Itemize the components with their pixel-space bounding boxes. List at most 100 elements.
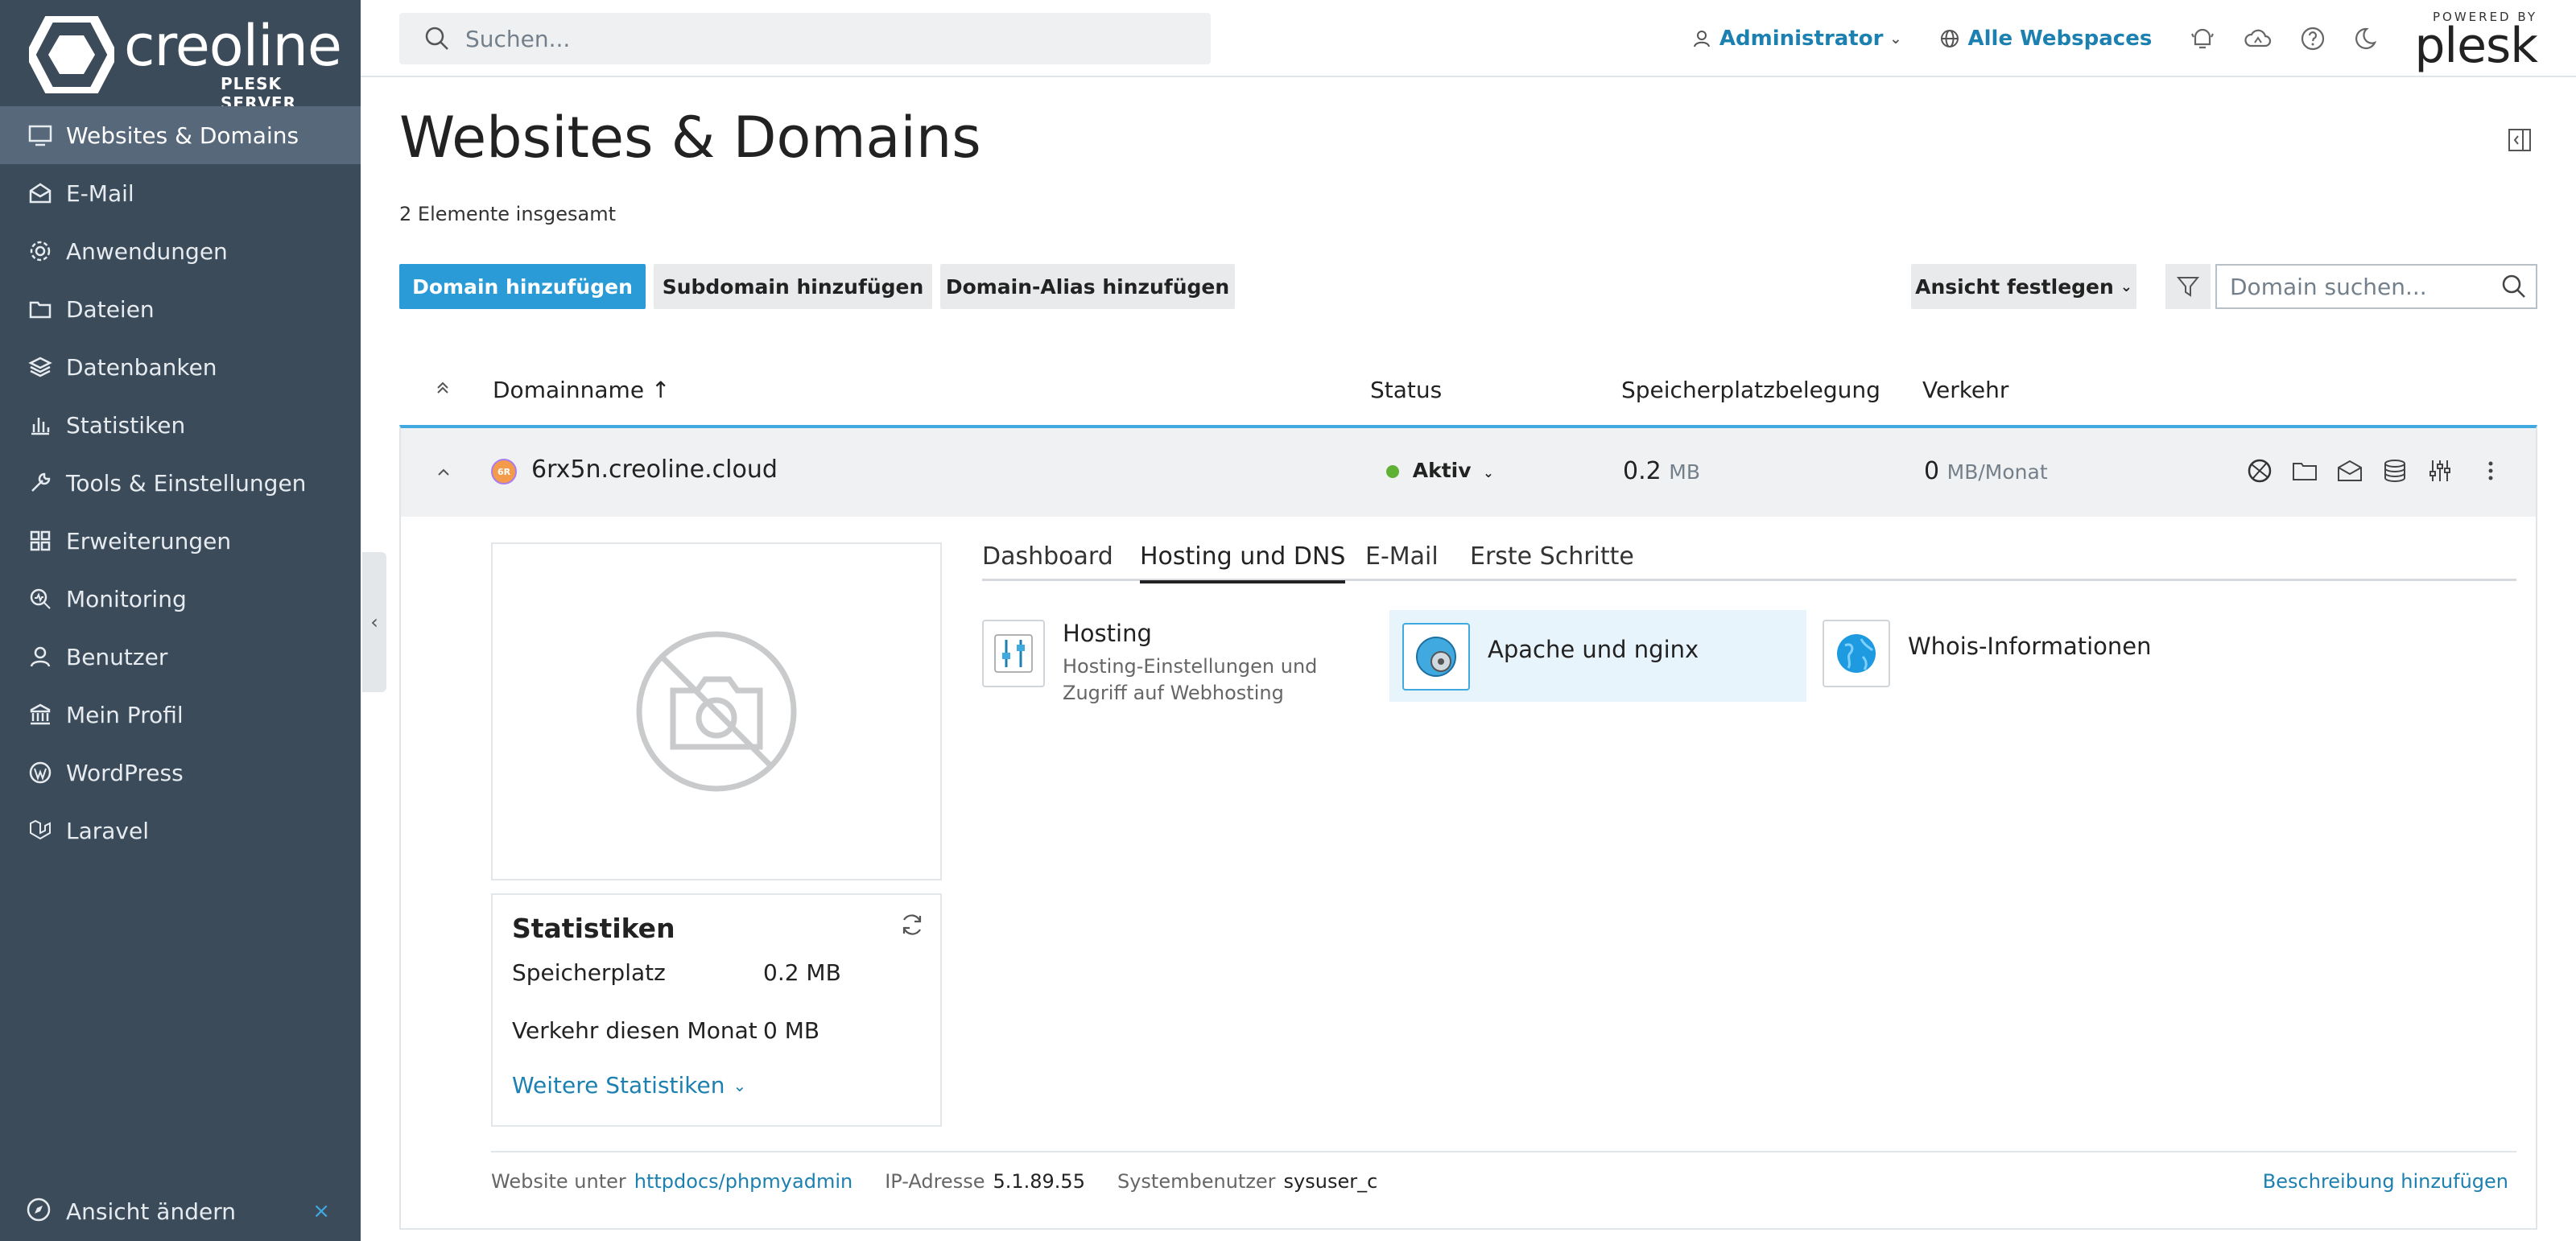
statistics-title: Statistiken <box>512 913 675 944</box>
traffic-label: Verkehr diesen Monat <box>512 1017 758 1044</box>
dark-mode-icon[interactable] <box>2353 27 2377 51</box>
sysuser-value: sysuser_c <box>1283 1170 1378 1193</box>
webspaces-link[interactable]: Alle Webspaces <box>1939 27 2152 51</box>
security-shield-icon[interactable] <box>2246 457 2273 484</box>
domain-name-link[interactable]: 6rx5n.creoline.cloud <box>531 456 778 484</box>
wordpress-icon <box>26 758 55 787</box>
statistics-card: Statistiken Speicherplatz 0.2 MB Verkehr… <box>491 893 942 1127</box>
change-view-label: Ansicht ändern <box>66 1198 236 1225</box>
whois-tool[interactable]: Whois-Informationen <box>1823 620 2225 711</box>
storage-cell: 0.2 MB <box>1623 457 1700 485</box>
column-status[interactable]: Status <box>1370 377 1442 403</box>
status-dropdown[interactable]: Aktiv ⌄ <box>1386 459 1494 482</box>
apache-nginx-tool[interactable]: Apache und nginx <box>1389 610 1806 702</box>
domain-footer: Website unter httpdocs/phpmyadmin IP-Adr… <box>491 1170 2516 1193</box>
domain-row-header[interactable]: 6R 6rx5n.creoline.cloud Aktiv ⌄ 0.2 MB 0… <box>401 428 2536 517</box>
filter-button[interactable] <box>2165 264 2211 309</box>
sidebar-item-dateien[interactable]: Dateien <box>0 280 361 338</box>
column-domain-name[interactable]: Domainname ↑ <box>493 377 670 403</box>
tab-dashboard[interactable]: Dashboard <box>982 542 1113 581</box>
close-icon[interactable]: × <box>312 1199 330 1223</box>
database-icon[interactable] <box>2381 457 2409 484</box>
sidebar-collapse-handle[interactable]: ‹ <box>362 552 386 692</box>
traffic-unit: MB/Monat <box>1946 460 2048 484</box>
notifications-icon[interactable] <box>2189 25 2216 52</box>
storage-value: 0.2 <box>1623 457 1662 485</box>
column-storage[interactable]: Speicherplatzbelegung <box>1621 377 1880 403</box>
sidebar-item-monitoring[interactable]: Monitoring <box>0 570 361 628</box>
globe-icon <box>1939 28 1960 49</box>
sidebar-item-label: Statistiken <box>66 411 186 439</box>
sidebar-item-mein-profil[interactable]: Mein Profil <box>0 686 361 744</box>
sidebar: creoline PLESK SERVER Websites & Domains… <box>0 0 361 1241</box>
help-icon[interactable] <box>2300 26 2326 52</box>
storage-label: Speicherplatz <box>512 959 666 986</box>
table-header: Domainname ↑ Status Speicherplatzbelegun… <box>399 351 2537 425</box>
top-header: Suchen... Administrator ⌄ Alle Webspaces… <box>361 0 2576 77</box>
ip-address: 5.1.89.55 <box>993 1170 1085 1193</box>
apache-nginx-icon <box>1402 623 1470 691</box>
sidebar-item-wordpress[interactable]: WordPress <box>0 744 361 802</box>
add-domain-button[interactable]: Domain hinzufügen <box>399 264 646 309</box>
refresh-icon[interactable] <box>898 911 926 938</box>
side-panel-toggle-icon[interactable] <box>2507 127 2533 153</box>
brand-name: creoline <box>124 13 342 79</box>
folder-icon <box>26 295 55 324</box>
sidebar-item-websites-domains[interactable]: Websites & Domains <box>0 106 361 164</box>
tab-first-steps[interactable]: Erste Schritte <box>1470 542 1634 581</box>
more-options-icon[interactable] <box>2486 457 2496 484</box>
storage-stat-value: 0.2 MB <box>763 959 841 986</box>
domain-tabs: Dashboard Hosting und DNS E-Mail Erste S… <box>982 542 2516 583</box>
bar-chart-icon <box>26 410 55 439</box>
sidebar-item-erweiterungen[interactable]: Erweiterungen <box>0 512 361 570</box>
add-description-link[interactable]: Beschreibung hinzufügen <box>2263 1170 2508 1193</box>
sidebar-item-datenbanken[interactable]: Datenbanken <box>0 338 361 396</box>
search-input[interactable]: Suchen... <box>399 13 1211 64</box>
domain-search-input[interactable]: Domain suchen... <box>2215 264 2537 309</box>
chevron-up-icon[interactable] <box>435 464 452 481</box>
monitor-icon <box>26 121 55 150</box>
mail-icon[interactable] <box>2336 457 2363 484</box>
view-settings-label: Ansicht festlegen <box>1915 274 2114 299</box>
add-subdomain-button[interactable]: Subdomain hinzufügen <box>654 264 932 309</box>
traffic-stat-value: 0 MB <box>763 1017 820 1044</box>
layers-icon <box>26 353 55 381</box>
website-label: Website unter <box>491 1170 626 1193</box>
search-placeholder: Suchen... <box>465 25 571 52</box>
hosting-tool[interactable]: Hosting Hosting-Einstellungen und Zugrif… <box>982 620 1385 711</box>
change-view[interactable]: Ansicht ändern × <box>0 1181 361 1241</box>
creoline-logo[interactable]: creoline PLESK SERVER <box>29 13 342 113</box>
more-statistics-link[interactable]: Weitere Statistiken ⌄ <box>512 1072 746 1099</box>
sidebar-item-email[interactable]: E-Mail <box>0 164 361 222</box>
sidebar-item-tools[interactable]: Tools & Einstellungen <box>0 454 361 512</box>
whois-globe-icon <box>1823 620 1890 687</box>
view-settings-button[interactable]: Ansicht festlegen ⌄ <box>1911 264 2136 309</box>
chevron-down-icon: ⌄ <box>1889 30 1902 47</box>
plesk-wordmark: plesk <box>2414 18 2538 74</box>
folder-icon[interactable] <box>2291 457 2318 484</box>
sidebar-item-laravel[interactable]: Laravel <box>0 802 361 860</box>
sidebar-item-label: Monitoring <box>66 585 187 612</box>
chevron-down-icon: ⌄ <box>1483 465 1494 480</box>
status-dot <box>1386 465 1399 478</box>
storage-unit: MB <box>1669 460 1700 484</box>
website-path-link[interactable]: httpdocs/phpmyadmin <box>634 1170 852 1193</box>
cloud-icon[interactable] <box>2244 25 2273 52</box>
filter-icon <box>2176 274 2200 299</box>
tab-hosting-dns[interactable]: Hosting und DNS <box>1140 542 1346 583</box>
status-value: Aktiv <box>1412 459 1472 482</box>
add-alias-button[interactable]: Domain-Alias hinzufügen <box>940 264 1235 309</box>
settings-sliders-icon[interactable] <box>2426 457 2454 484</box>
tab-email[interactable]: E-Mail <box>1365 542 1439 581</box>
sidebar-item-statistiken[interactable]: Statistiken <box>0 396 361 454</box>
user-menu[interactable]: Administrator ⌄ <box>1692 27 1902 51</box>
hexagon-logo-icon <box>29 16 114 93</box>
chevron-down-icon: ⌄ <box>2120 278 2132 295</box>
collapse-all-icon[interactable] <box>433 378 452 398</box>
grid-icon <box>26 526 55 555</box>
sidebar-item-anwendungen[interactable]: Anwendungen <box>0 222 361 280</box>
column-traffic[interactable]: Verkehr <box>1922 377 2008 403</box>
sidebar-item-benutzer[interactable]: Benutzer <box>0 628 361 686</box>
item-count: 2 Elemente insgesamt <box>399 203 617 225</box>
sidebar-item-label: Dateien <box>66 295 155 323</box>
